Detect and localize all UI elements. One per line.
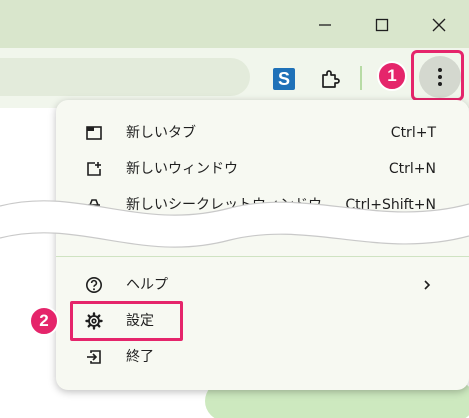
- torn-edge-divider: [0, 200, 469, 248]
- puzzle-icon: [322, 70, 340, 88]
- menu-item-exit[interactable]: 終了: [56, 340, 469, 374]
- extension-s-button[interactable]: S: [273, 68, 295, 90]
- minimize-icon: [319, 24, 331, 26]
- extensions-button[interactable]: [318, 67, 342, 91]
- chevron-right-icon: [424, 280, 431, 290]
- menu-item-new-tab[interactable]: 新しいタブ Ctrl+T: [56, 116, 469, 150]
- menu-item-label: 終了: [126, 349, 154, 365]
- highlight-settings: [70, 301, 183, 341]
- menu-item-label: 新しいウィンドウ: [126, 161, 238, 177]
- step-badge-1: 1: [377, 61, 407, 91]
- browser-window: S 1 新しいタブ Ctrl+T 新しいウィンドウ Ctrl+N 新しいシークレ…: [0, 0, 469, 418]
- maximize-button[interactable]: [367, 10, 397, 40]
- menu-separator: [56, 256, 469, 257]
- menu-item-shortcut: Ctrl+T: [390, 125, 436, 141]
- menu-item-new-window[interactable]: 新しいウィンドウ Ctrl+N: [56, 152, 469, 186]
- menu-item-label: ヘルプ: [126, 277, 168, 293]
- exit-icon: [85, 348, 103, 366]
- toolbar-divider: [360, 66, 362, 90]
- step-badge-2: 2: [29, 306, 59, 336]
- close-button[interactable]: [424, 10, 454, 40]
- menu-item-help[interactable]: ヘルプ: [56, 268, 469, 302]
- address-bar[interactable]: [0, 58, 250, 96]
- minimize-button[interactable]: [310, 10, 340, 40]
- maximize-icon: [375, 18, 389, 32]
- title-bar: [0, 0, 469, 48]
- new-tab-icon: [85, 124, 103, 142]
- menu-item-shortcut: Ctrl+N: [388, 161, 436, 177]
- help-icon: [85, 276, 103, 294]
- close-icon: [432, 18, 446, 32]
- new-window-icon: [85, 160, 103, 178]
- menu-item-label: 新しいタブ: [126, 125, 196, 141]
- highlight-more-button: [411, 50, 464, 101]
